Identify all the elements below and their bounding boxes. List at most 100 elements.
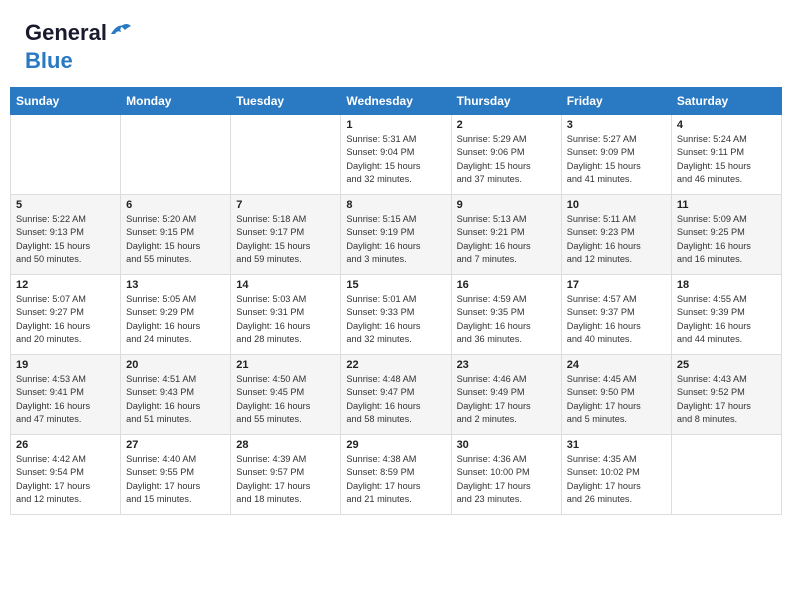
week-row-3: 12 Sunrise: 5:07 AM Sunset: 9:27 PM Dayli… (11, 275, 782, 355)
calendar-cell: 16Sunrise: 4:59 AM Sunset: 9:35 PM Dayli… (451, 275, 561, 355)
day-number: 23 (457, 359, 556, 371)
calendar-cell: 29Sunrise: 4:38 AM Sunset: 8:59 PM Dayli… (341, 435, 451, 515)
day-number: 12 (16, 279, 115, 291)
calendar-cell: 31Sunrise: 4:35 AM Sunset: 10:02 PM Dayl… (561, 435, 671, 515)
day-info: Sunrise: 5:05 AM Sunset: 9:29 PM Dayligh… (126, 293, 225, 346)
calendar-cell: 19Sunrise: 4:53 AM Sunset: 9:41 PM Dayli… (11, 355, 121, 435)
day-info: Sunrise: 5:07 AM Sunset: 9:27 PM Dayligh… (16, 293, 115, 346)
day-number: 29 (346, 439, 445, 451)
day-info: Sunrise: 4:48 AM Sunset: 9:47 PM Dayligh… (346, 373, 445, 426)
day-info: Sunrise: 4:40 AM Sunset: 9:55 PM Dayligh… (126, 453, 225, 506)
calendar-cell: 20 Sunrise: 4:51 AM Sunset: 9:43 PM Dayli… (121, 355, 231, 435)
day-number: 13 (126, 279, 225, 291)
day-info: Sunrise: 5:27 AM Sunset: 9:09 PM Dayligh… (567, 133, 666, 186)
day-info: Sunrise: 4:42 AM Sunset: 9:54 PM Dayligh… (16, 453, 115, 506)
day-number: 25 (677, 359, 776, 371)
day-number: 17 (567, 279, 666, 291)
day-number: 31 (567, 439, 666, 451)
calendar-cell (121, 115, 231, 195)
day-number: 6 (126, 199, 225, 211)
calendar-cell: 26 Sunrise: 4:42 AM Sunset: 9:54 PM Dayli… (11, 435, 121, 515)
calendar-cell: 13 Sunrise: 5:05 AM Sunset: 9:29 PM Dayli… (121, 275, 231, 355)
week-row-5: 26 Sunrise: 4:42 AM Sunset: 9:54 PM Dayli… (11, 435, 782, 515)
calendar-body: 1 Sunrise: 5:31 AM Sunset: 9:04 PM Daylig… (11, 115, 782, 515)
week-row-1: 1 Sunrise: 5:31 AM Sunset: 9:04 PM Daylig… (11, 115, 782, 195)
day-number: 10 (567, 199, 666, 211)
day-info: Sunrise: 5:09 AM Sunset: 9:25 PM Dayligh… (677, 213, 776, 266)
calendar-cell: 5 Sunrise: 5:22 AM Sunset: 9:13 PM Daylig… (11, 195, 121, 275)
calendar-table: SundayMondayTuesdayWednesdayThursdayFrid… (10, 87, 782, 515)
day-info: Sunrise: 4:55 AM Sunset: 9:39 PM Dayligh… (677, 293, 776, 346)
calendar-cell: 6Sunrise: 5:20 AM Sunset: 9:15 PM Daylig… (121, 195, 231, 275)
calendar-cell: 14Sunrise: 5:03 AM Sunset: 9:31 PM Dayli… (231, 275, 341, 355)
day-number: 22 (346, 359, 445, 371)
calendar-cell: 23 Sunrise: 4:46 AM Sunset: 9:49 PM Dayli… (451, 355, 561, 435)
header-row: SundayMondayTuesdayWednesdayThursdayFrid… (11, 88, 782, 115)
calendar-cell: 7 Sunrise: 5:18 AM Sunset: 9:17 PM Daylig… (231, 195, 341, 275)
day-number: 27 (126, 439, 225, 451)
header-day-friday: Friday (561, 88, 671, 115)
calendar-cell: 28 Sunrise: 4:39 AM Sunset: 9:57 PM Dayli… (231, 435, 341, 515)
day-info: Sunrise: 4:51 AM Sunset: 9:43 PM Dayligh… (126, 373, 225, 426)
day-info: Sunrise: 4:50 AM Sunset: 9:45 PM Dayligh… (236, 373, 335, 426)
day-number: 28 (236, 439, 335, 451)
day-number: 8 (346, 199, 445, 211)
day-info: Sunrise: 5:22 AM Sunset: 9:13 PM Dayligh… (16, 213, 115, 266)
calendar-header: SundayMondayTuesdayWednesdayThursdayFrid… (11, 88, 782, 115)
day-number: 26 (16, 439, 115, 451)
calendar-cell: 18 Sunrise: 4:55 AM Sunset: 9:39 PM Dayli… (671, 275, 781, 355)
day-info: Sunrise: 4:57 AM Sunset: 9:37 PM Dayligh… (567, 293, 666, 346)
day-info: Sunrise: 4:39 AM Sunset: 9:57 PM Dayligh… (236, 453, 335, 506)
calendar-cell (671, 435, 781, 515)
calendar-cell: 11 Sunrise: 5:09 AM Sunset: 9:25 PM Dayli… (671, 195, 781, 275)
day-info: Sunrise: 4:46 AM Sunset: 9:49 PM Dayligh… (457, 373, 556, 426)
day-info: Sunrise: 4:43 AM Sunset: 9:52 PM Dayligh… (677, 373, 776, 426)
header-day-wednesday: Wednesday (341, 88, 451, 115)
day-number: 7 (236, 199, 335, 211)
day-number: 3 (567, 119, 666, 131)
day-number: 11 (677, 199, 776, 211)
calendar-cell: 17 Sunrise: 4:57 AM Sunset: 9:37 PM Dayli… (561, 275, 671, 355)
day-number: 9 (457, 199, 556, 211)
header-day-saturday: Saturday (671, 88, 781, 115)
day-info: Sunrise: 5:18 AM Sunset: 9:17 PM Dayligh… (236, 213, 335, 266)
calendar-cell: 30Sunrise: 4:36 AM Sunset: 10:00 PM Dayl… (451, 435, 561, 515)
day-number: 1 (346, 119, 445, 131)
day-info: Sunrise: 5:24 AM Sunset: 9:11 PM Dayligh… (677, 133, 776, 186)
logo-general: General (25, 20, 107, 45)
day-info: Sunrise: 4:59 AM Sunset: 9:35 PM Dayligh… (457, 293, 556, 346)
day-info: Sunrise: 4:36 AM Sunset: 10:00 PM Daylig… (457, 453, 556, 506)
calendar-cell: 1 Sunrise: 5:31 AM Sunset: 9:04 PM Daylig… (341, 115, 451, 195)
day-info: Sunrise: 4:53 AM Sunset: 9:41 PM Dayligh… (16, 373, 115, 426)
calendar-cell: 27 Sunrise: 4:40 AM Sunset: 9:55 PM Dayli… (121, 435, 231, 515)
day-number: 4 (677, 119, 776, 131)
day-info: Sunrise: 5:11 AM Sunset: 9:23 PM Dayligh… (567, 213, 666, 266)
header-day-sunday: Sunday (11, 88, 121, 115)
day-info: Sunrise: 5:29 AM Sunset: 9:06 PM Dayligh… (457, 133, 556, 186)
logo-blue: Blue (25, 48, 73, 73)
header-day-monday: Monday (121, 88, 231, 115)
calendar-cell: 21Sunrise: 4:50 AM Sunset: 9:45 PM Dayli… (231, 355, 341, 435)
calendar-cell: 4 Sunrise: 5:24 AM Sunset: 9:11 PM Daylig… (671, 115, 781, 195)
calendar-cell: 9 Sunrise: 5:13 AM Sunset: 9:21 PM Daylig… (451, 195, 561, 275)
calendar-cell: 3 Sunrise: 5:27 AM Sunset: 9:09 PM Daylig… (561, 115, 671, 195)
week-row-4: 19Sunrise: 4:53 AM Sunset: 9:41 PM Dayli… (11, 355, 782, 435)
day-info: Sunrise: 5:31 AM Sunset: 9:04 PM Dayligh… (346, 133, 445, 186)
day-info: Sunrise: 5:13 AM Sunset: 9:21 PM Dayligh… (457, 213, 556, 266)
logo: General Blue (25, 20, 107, 74)
header-day-tuesday: Tuesday (231, 88, 341, 115)
day-number: 24 (567, 359, 666, 371)
day-info: Sunrise: 4:45 AM Sunset: 9:50 PM Dayligh… (567, 373, 666, 426)
day-info: Sunrise: 5:15 AM Sunset: 9:19 PM Dayligh… (346, 213, 445, 266)
calendar-cell: 22 Sunrise: 4:48 AM Sunset: 9:47 PM Dayli… (341, 355, 451, 435)
calendar-cell: 10 Sunrise: 5:11 AM Sunset: 9:23 PM Dayli… (561, 195, 671, 275)
logo-bird-icon (109, 22, 131, 36)
week-row-2: 5 Sunrise: 5:22 AM Sunset: 9:13 PM Daylig… (11, 195, 782, 275)
header-day-thursday: Thursday (451, 88, 561, 115)
calendar-cell: 12 Sunrise: 5:07 AM Sunset: 9:27 PM Dayli… (11, 275, 121, 355)
calendar-cell: 25 Sunrise: 4:43 AM Sunset: 9:52 PM Dayli… (671, 355, 781, 435)
day-number: 18 (677, 279, 776, 291)
day-number: 5 (16, 199, 115, 211)
day-number: 20 (126, 359, 225, 371)
calendar-cell: 2Sunrise: 5:29 AM Sunset: 9:06 PM Daylig… (451, 115, 561, 195)
